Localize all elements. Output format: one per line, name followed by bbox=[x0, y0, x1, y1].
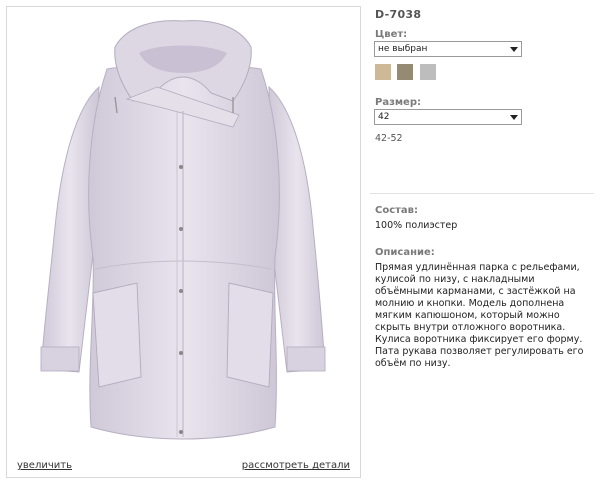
description-label: Описание: bbox=[375, 247, 435, 258]
chevron-down-icon bbox=[510, 115, 518, 120]
color-label: Цвет: bbox=[375, 29, 408, 40]
product-photo-frame: увеличить рассмотреть детали bbox=[6, 6, 361, 478]
view-details-link[interactable]: рассмотреть детали bbox=[242, 460, 350, 471]
composition-label: Состав: bbox=[375, 205, 419, 216]
description-text: Прямая удлинённая парка с рельефами, кул… bbox=[375, 262, 584, 369]
composition-value: 100% полиэстер bbox=[375, 220, 458, 231]
color-swatch-olive-taupe[interactable] bbox=[397, 64, 413, 80]
color-select[interactable]: не выбран bbox=[374, 41, 522, 57]
zoom-link[interactable]: увеличить bbox=[17, 460, 72, 471]
size-label: Размер: bbox=[375, 97, 422, 108]
size-select-value: 42 bbox=[378, 112, 390, 122]
section-divider bbox=[370, 193, 594, 194]
product-sku: D-7038 bbox=[375, 8, 422, 21]
color-swatch-grey[interactable] bbox=[420, 64, 436, 80]
color-select-value: не выбран bbox=[378, 44, 428, 54]
size-select[interactable]: 42 bbox=[374, 109, 522, 125]
size-range: 42-52 bbox=[375, 133, 403, 144]
product-photo[interactable] bbox=[7, 7, 360, 477]
color-swatch-beige[interactable] bbox=[375, 64, 391, 80]
chevron-down-icon bbox=[510, 47, 518, 52]
